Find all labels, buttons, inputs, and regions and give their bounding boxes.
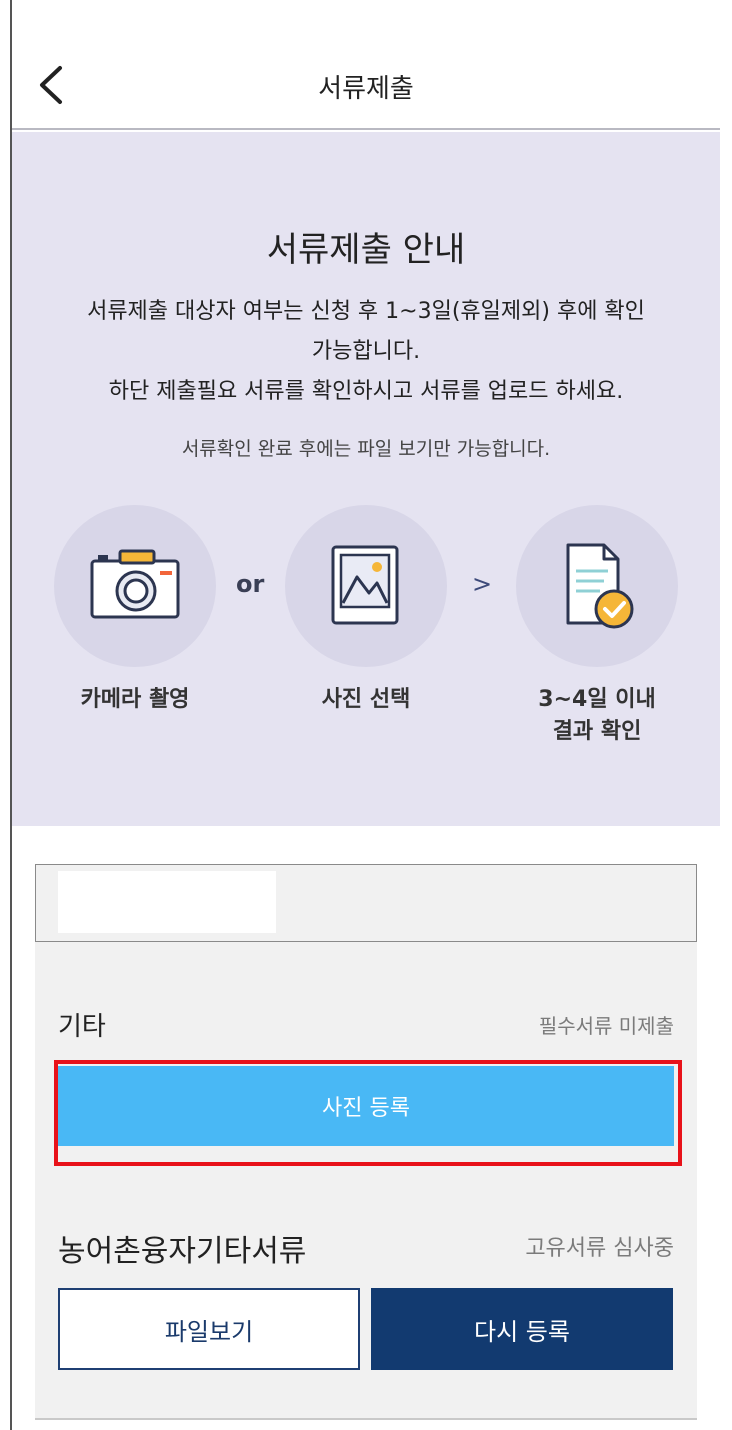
document-status-rural-loan: 고유서류 심사중	[525, 1236, 674, 1261]
step-label-result: 3~4일 이내 결과 확인	[497, 684, 697, 748]
guide-desc-line-1: 서류제출 대상자 여부는 신청 후 1~3일(휴일제외) 후에 확인	[87, 299, 645, 324]
document-check-icon	[566, 543, 634, 629]
photo-step-circle	[285, 505, 447, 667]
view-file-button[interactable]: 파일보기	[58, 1288, 360, 1370]
step-label-result-line-1: 3~4일 이내	[538, 687, 656, 712]
guide-desc-line-3: 하단 제출필요 서류를 확인하시고 서류를 업로드 하세요.	[108, 379, 624, 404]
result-step-circle	[516, 505, 678, 667]
guide-title: 서류제출 안내	[266, 230, 466, 270]
guide-desc-line-2: 가능합니다.	[311, 339, 421, 364]
page-title: 서류제출	[318, 74, 414, 104]
photo-icon	[331, 545, 399, 625]
document-name-rural-loan: 농어촌융자기타서류	[58, 1234, 307, 1269]
separator-next: >	[472, 570, 493, 598]
camera-icon	[90, 549, 180, 619]
camera-step-circle	[54, 505, 216, 667]
redacted-area	[58, 871, 276, 933]
photo-upload-button[interactable]: 사진 등록	[58, 1066, 674, 1146]
separator-or: or	[236, 570, 265, 598]
guide-panel: 서류제출 안내 서류제출 대상자 여부는 신청 후 1~3일(휴일제외) 후에 …	[12, 132, 720, 826]
left-edge-bar	[0, 0, 12, 1430]
reupload-button[interactable]: 다시 등록	[371, 1288, 673, 1370]
document-name-etc: 기타	[58, 1012, 106, 1042]
guide-note: 서류확인 완료 후에는 파일 보기만 가능합니다.	[181, 438, 551, 460]
document-header-box	[35, 864, 697, 942]
document-status-etc: 필수서류 미제출	[538, 1014, 674, 1038]
step-label-camera: 카메라 촬영	[80, 687, 190, 712]
step-label-result-line-2: 결과 확인	[552, 719, 642, 744]
step-label-photo: 사진 선택	[321, 687, 411, 712]
app-header: 서류제출	[12, 0, 720, 130]
screen: 서류제출 서류제출 안내 서류제출 대상자 여부는 신청 후 1~3일(휴일제외…	[12, 0, 732, 1430]
guide-description: 서류제출 대상자 여부는 신청 후 1~3일(휴일제외) 후에 확인 가능합니다…	[42, 292, 690, 412]
